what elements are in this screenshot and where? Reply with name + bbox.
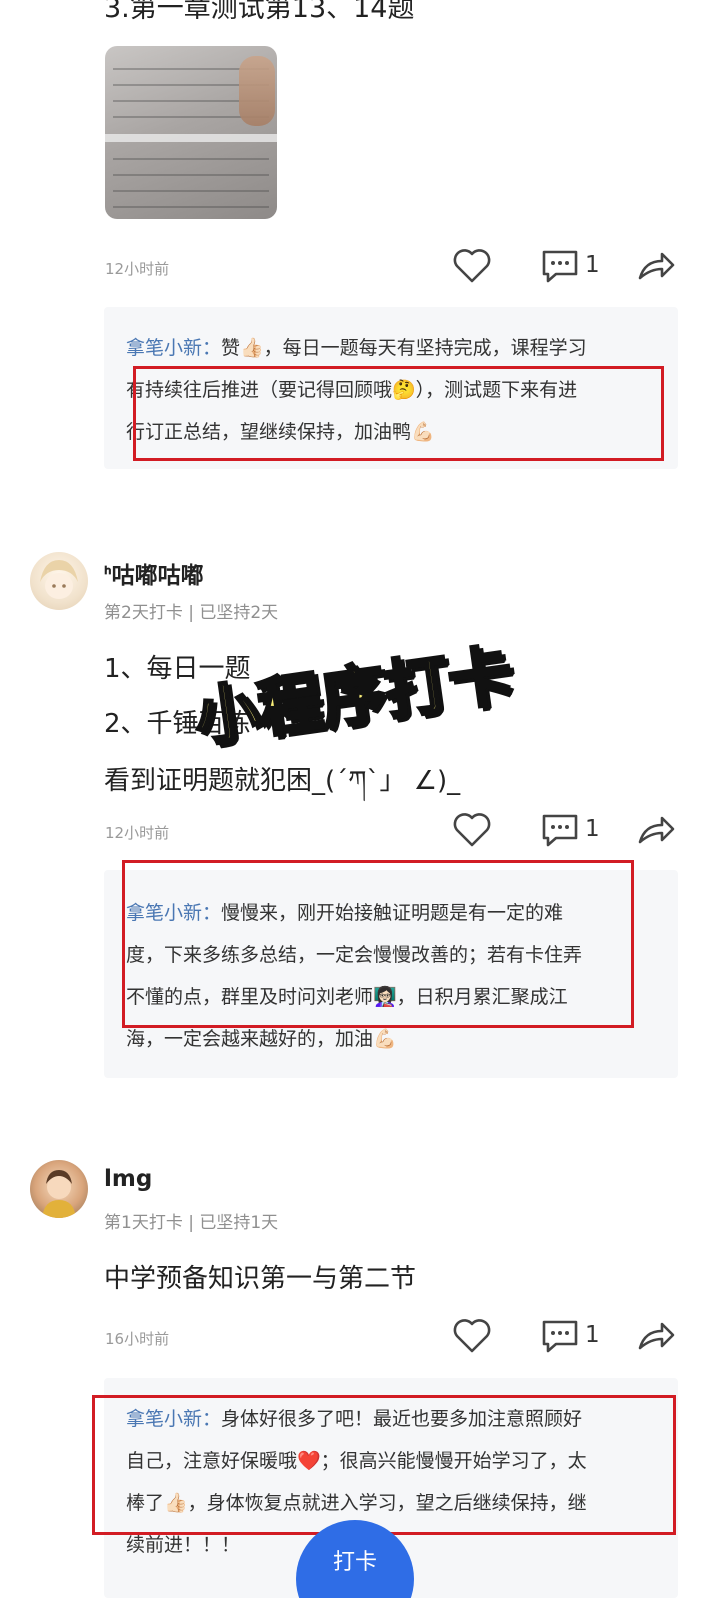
highlight-frame — [122, 860, 634, 1028]
share-arrow-icon[interactable] — [636, 1318, 676, 1354]
checkin-meta: 第1天打卡 | 已坚持1天 — [104, 1213, 279, 1233]
share-arrow-icon[interactable] — [636, 812, 676, 848]
username[interactable]: lmg — [104, 1166, 152, 1192]
post-time: 12小时前 — [105, 260, 170, 278]
comment-bubble-icon[interactable] — [540, 812, 580, 848]
post-text: 3.第一章测试第13、14题 — [104, 0, 415, 24]
comment-count: 1 — [585, 816, 600, 842]
checkin-button-label: 打卡 — [332, 1550, 377, 1575]
highlight-frame — [133, 366, 664, 461]
post-photo[interactable] — [105, 46, 277, 219]
heart-outline-icon[interactable] — [452, 1318, 492, 1354]
highlight-frame — [92, 1395, 676, 1535]
comment-count: 1 — [585, 1322, 600, 1348]
overlay-caption: 小程序打卡 — [189, 637, 519, 758]
checkin-meta: 第2天打卡 | 已坚持2天 — [104, 603, 279, 623]
post-time: 12小时前 — [105, 824, 170, 842]
avatar[interactable] — [30, 552, 88, 610]
comment-bubble-icon[interactable] — [540, 1318, 580, 1354]
heart-outline-icon[interactable] — [452, 812, 492, 848]
share-arrow-icon[interactable] — [636, 248, 676, 284]
heart-outline-icon[interactable] — [452, 248, 492, 284]
avatar[interactable] — [30, 1160, 88, 1218]
username[interactable]: ᑋ咕嘟咕嘟 — [104, 556, 204, 590]
post-text: 中学预备知识第一与第二节 — [104, 1264, 417, 1294]
post-line: 看到证明题就犯困_(´ཀ`」 ∠)_ — [104, 766, 461, 796]
reply-line: 拿笔小新：赞👍🏻，每日一题每天有坚持完成，课程学习 — [126, 337, 587, 359]
comment-bubble-icon[interactable] — [540, 248, 580, 284]
post-time: 16小时前 — [105, 1330, 170, 1348]
comment-count: 1 — [585, 252, 600, 278]
reply-author: 拿笔小新： — [126, 337, 222, 359]
